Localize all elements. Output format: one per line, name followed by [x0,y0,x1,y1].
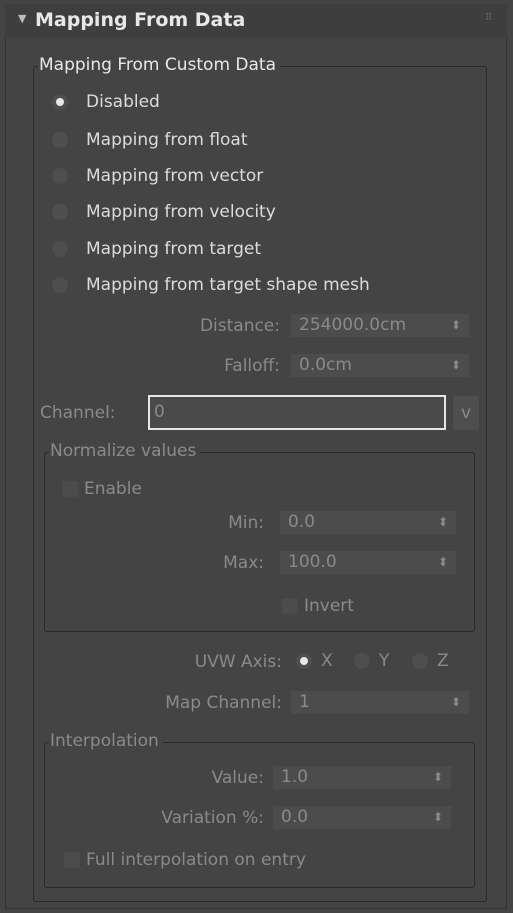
checkbox-label: Invert [304,596,354,616]
spinner-arrows-icon[interactable]: ⬍ [433,766,443,789]
channel-input[interactable]: 0 [148,395,446,430]
falloff-spinner[interactable]: 0.0cm ⬍ [290,353,470,378]
interpolation-group-label: Interpolation [49,731,163,751]
full-interpolation-checkbox[interactable]: Full interpolation on entry [64,850,306,870]
uvw-axis-label: UVW Axis: [194,652,282,672]
radio-mapping-target-shape-mesh[interactable]: Mapping from target shape mesh [52,273,370,297]
radio-mapping-target[interactable]: Mapping from target [52,237,261,261]
radio-mapping-vector[interactable]: Mapping from vector [52,164,263,188]
map-channel-label: Map Channel: [165,693,282,713]
variation-spinner[interactable]: 0.0 ⬍ [272,805,452,830]
radio-label: Mapping from vector [86,166,264,186]
checkbox-icon[interactable] [282,598,298,614]
min-value: 0.0 [288,512,316,532]
interp-value: 1.0 [281,767,309,787]
max-label: Max: [223,553,264,573]
radio-mapping-float[interactable]: Mapping from float [52,128,248,152]
axis-label: Z [437,651,449,671]
spinner-arrows-icon[interactable]: ⬍ [433,806,443,829]
normalize-group-label: Normalize values [49,441,201,461]
drag-grip-icon[interactable]: ⠿ [485,13,493,23]
radio-selected-icon[interactable] [296,653,312,669]
channel-v-button-label: v [460,403,472,423]
rollout-header[interactable]: ▼ Mapping From Data ⠿ [5,4,507,38]
radio-icon[interactable] [52,241,68,257]
spinner-arrows-icon[interactable]: ⬍ [451,314,461,337]
min-label: Min: [228,513,264,533]
falloff-value: 0.0cm [299,355,352,375]
checkbox-icon[interactable] [62,481,78,497]
spinner-arrows-icon[interactable]: ⬍ [451,354,461,377]
uvw-axis-radio-y[interactable]: Y [354,651,389,671]
radio-label: Mapping from float [86,130,248,150]
distance-value: 254000.0cm [299,315,407,335]
max-spinner[interactable]: 100.0 ⬍ [279,550,457,575]
axis-label: X [321,651,333,671]
variation-value: 0.0 [281,807,309,827]
rollout-title: Mapping From Data [35,9,246,31]
radio-mapping-velocity[interactable]: Mapping from velocity [52,200,276,224]
radio-icon[interactable] [52,132,68,148]
radio-selected-icon[interactable] [52,94,68,110]
radio-icon[interactable] [52,204,68,220]
radio-icon[interactable] [354,653,370,669]
channel-value: 0 [154,402,165,422]
radio-icon[interactable] [412,653,428,669]
interp-value-spinner[interactable]: 1.0 ⬍ [272,765,452,790]
variation-label: Variation %: [161,808,264,828]
spinner-arrows-icon[interactable]: ⬍ [438,551,448,574]
value-label: Value: [211,768,264,788]
channel-v-button[interactable]: v [453,396,479,430]
custom-data-group-label: Mapping From Custom Data [38,55,281,75]
collapse-arrow-icon[interactable]: ▼ [18,12,26,25]
channel-label: Channel: [40,403,116,423]
radio-icon[interactable] [52,277,68,293]
radio-disabled[interactable]: Disabled [52,90,160,114]
spinner-arrows-icon[interactable]: ⬍ [451,691,461,714]
uvw-axis-radio-x[interactable]: X [296,651,333,671]
invert-checkbox[interactable]: Invert [282,596,354,616]
radio-label: Mapping from target shape mesh [86,275,370,295]
min-spinner[interactable]: 0.0 ⬍ [279,510,457,535]
radio-icon[interactable] [52,168,68,184]
radio-label: Disabled [86,92,160,112]
falloff-label: Falloff: [224,356,280,376]
axis-label: Y [379,651,390,671]
map-channel-value: 1 [299,692,310,712]
uvw-axis-radio-z[interactable]: Z [412,651,449,671]
distance-spinner[interactable]: 254000.0cm ⬍ [290,313,470,338]
max-value: 100.0 [288,552,337,572]
checkbox-icon[interactable] [64,852,80,868]
radio-label: Mapping from velocity [86,202,276,222]
checkbox-label: Enable [84,479,142,499]
distance-label: Distance: [199,316,280,336]
checkbox-label: Full interpolation on entry [86,850,306,870]
map-channel-spinner[interactable]: 1 ⬍ [290,690,470,715]
spinner-arrows-icon[interactable]: ⬍ [438,511,448,534]
normalize-enable-checkbox[interactable]: Enable [62,479,142,499]
radio-label: Mapping from target [86,239,262,259]
